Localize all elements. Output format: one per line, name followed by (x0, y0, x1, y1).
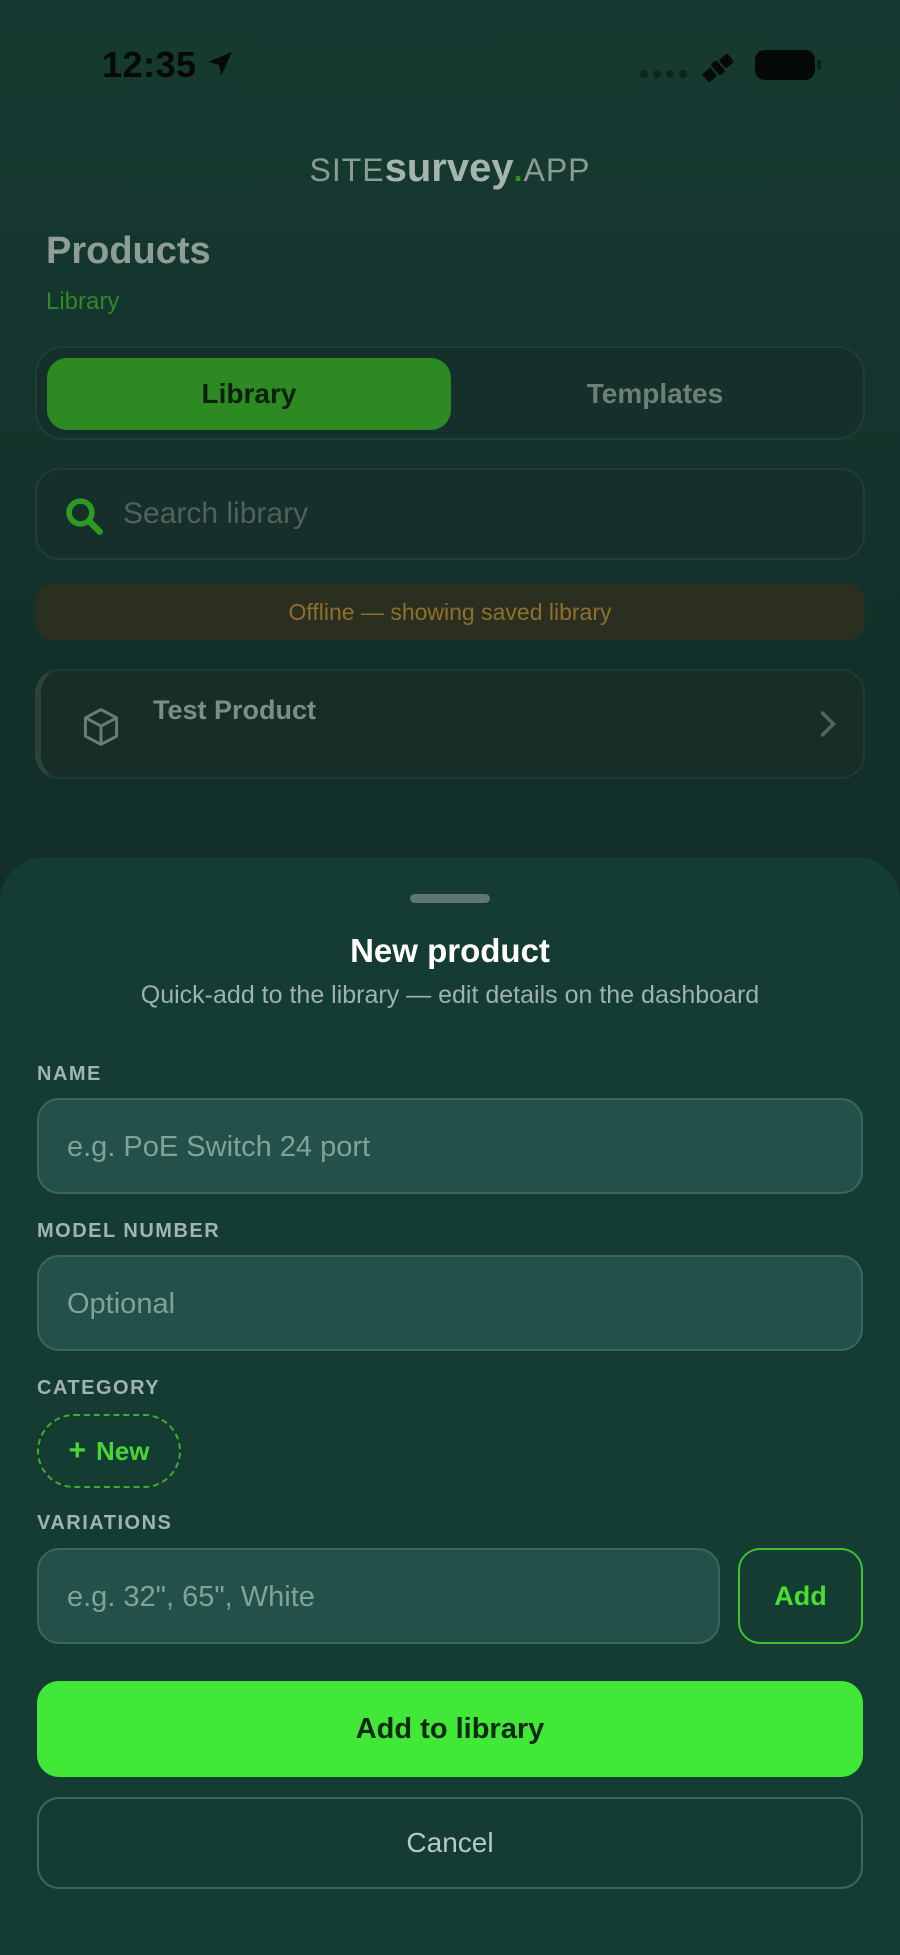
new-category-button[interactable]: + New (37, 1414, 181, 1488)
add-variation-button[interactable]: Add (738, 1548, 863, 1644)
name-label: NAME (37, 1063, 102, 1085)
battery-icon (755, 50, 821, 80)
page-title: Products (46, 230, 211, 272)
product-card[interactable]: Test Product (35, 669, 865, 779)
segmented-control: Library Templates (35, 346, 865, 440)
sheet-title: New product (350, 932, 550, 969)
logo-suffix: APP (523, 152, 591, 188)
add-to-library-button[interactable]: Add to library (37, 1681, 863, 1777)
location-arrow-icon (208, 52, 232, 76)
variations-placeholder: e.g. 32", 65", White (67, 1581, 315, 1613)
page-subtitle: Library (46, 288, 120, 315)
app-logo: SITEsurvey.APP (0, 146, 900, 191)
logo-dot: . (513, 152, 524, 188)
chevron-right-icon (820, 711, 836, 737)
signal-icon (640, 70, 687, 78)
name-field[interactable]: e.g. PoE Switch 24 port (37, 1098, 863, 1194)
search-icon (66, 498, 103, 535)
variations-field[interactable]: e.g. 32", 65", White (37, 1548, 720, 1644)
product-name: Test Product (153, 695, 317, 725)
cancel-button[interactable]: Cancel (37, 1797, 863, 1889)
name-placeholder: e.g. PoE Switch 24 port (67, 1131, 371, 1163)
offline-banner: Offline — showing saved library (35, 584, 865, 640)
search-placeholder: Search library (123, 497, 309, 530)
model-number-label: MODEL NUMBER (37, 1220, 221, 1242)
new-product-sheet: New product Quick-add to the library — e… (0, 857, 900, 1955)
sheet-grabber[interactable] (410, 894, 490, 903)
new-category-label: New (96, 1435, 150, 1466)
search-input[interactable]: Search library (35, 468, 865, 560)
cube-icon (83, 708, 119, 746)
logo-prefix: SITE (309, 152, 385, 188)
variations-label: VARIATIONS (37, 1512, 173, 1534)
category-label: CATEGORY (37, 1377, 161, 1399)
tab-templates[interactable]: Templates (455, 358, 855, 430)
sheet-subtitle: Quick-add to the library — edit details … (140, 981, 760, 1009)
logo-name: survey (384, 146, 514, 190)
app-screen: 12:35 SITEsurvey.APP Products Library Li… (0, 0, 900, 1955)
satellite-icon (702, 53, 734, 83)
tab-library[interactable]: Library (47, 358, 451, 430)
model-number-placeholder: Optional (67, 1288, 176, 1320)
plus-icon: + (68, 1434, 87, 1467)
model-number-field[interactable]: Optional (37, 1255, 863, 1351)
status-bar: 12:35 (0, 0, 900, 130)
status-time: 12:35 (102, 44, 197, 85)
